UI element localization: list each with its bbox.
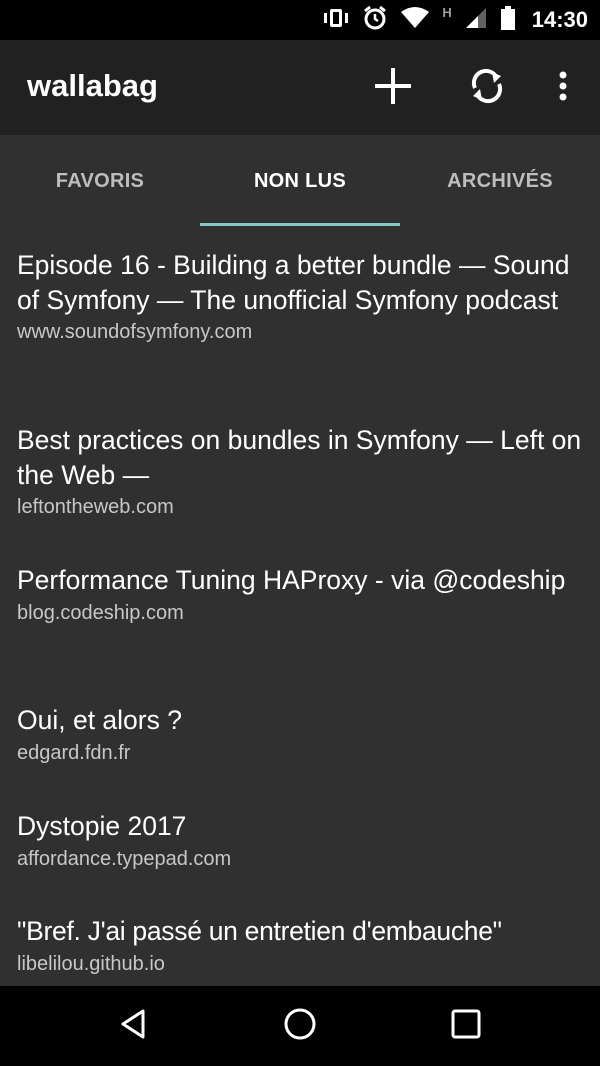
home-icon (282, 1006, 318, 1047)
article-title: "Bref. J'ai passé un entretien d'embauch… (17, 916, 502, 946)
back-button[interactable] (112, 1004, 156, 1048)
recents-icon (450, 1008, 482, 1045)
h-network-icon: H (442, 5, 452, 20)
overflow-menu-icon (558, 70, 568, 107)
status-icons: H 14:30 (322, 0, 588, 40)
recents-button[interactable] (444, 1004, 488, 1048)
home-button[interactable] (278, 1004, 322, 1048)
list-item[interactable]: Dystopie 2017 affordance.typepad.com (17, 809, 587, 872)
article-title: Dystopie 2017 (17, 811, 187, 841)
list-item[interactable]: Oui, et alors ? edgard.fdn.fr (17, 703, 587, 766)
add-icon (373, 66, 413, 111)
article-title: Best practices on bundles in Symfony — L… (17, 425, 582, 490)
article-title: Oui, et alors ? (17, 705, 182, 735)
tab-favoris[interactable]: FAVORIS (0, 135, 200, 227)
active-tab-indicator (200, 223, 400, 226)
article-domain: leftontheweb.com (17, 496, 174, 518)
back-icon (117, 1007, 151, 1046)
article-domain: blog.codeship.com (17, 601, 184, 624)
navigation-bar (0, 986, 600, 1066)
list-item[interactable]: Best practices on bundles in Symfony — L… (17, 423, 587, 520)
list-item[interactable]: Performance Tuning HAProxy - via @codesh… (17, 563, 587, 626)
article-domain: www.soundofsymfony.com (17, 321, 253, 343)
sync-button[interactable] (465, 66, 509, 110)
list-item[interactable]: "Bref. J'ai passé un entretien d'embauch… (17, 914, 587, 977)
article-title: Performance Tuning HAProxy - via @codesh… (17, 565, 566, 595)
app-title: wallabag (27, 68, 158, 103)
vibrate-icon (322, 6, 350, 35)
article-domain: affordance.typepad.com (17, 847, 232, 870)
article-title: Episode 16 - Building a better bundle — … (17, 250, 570, 315)
tab-bar: FAVORIS NON LUS ARCHIVÉS (0, 135, 600, 227)
battery-icon (500, 5, 516, 36)
status-time: 14:30 (531, 7, 588, 32)
list-item[interactable]: Episode 16 - Building a better bundle — … (17, 248, 587, 345)
app-bar: wallabag (0, 40, 600, 135)
alarm-icon (362, 5, 388, 36)
overflow-menu-button[interactable] (541, 66, 585, 110)
status-bar: H 14:30 (0, 0, 600, 40)
add-button[interactable] (371, 66, 415, 110)
article-list[interactable]: Episode 16 - Building a better bundle — … (0, 230, 600, 986)
sync-icon (467, 66, 507, 111)
tab-archives[interactable]: ARCHIVÉS (400, 135, 600, 227)
tab-non-lus[interactable]: NON LUS (200, 135, 400, 227)
article-domain: libelilou.github.io (17, 952, 165, 975)
article-domain: edgard.fdn.fr (17, 741, 131, 764)
wifi-icon (400, 6, 430, 35)
signal-icon (464, 6, 488, 35)
